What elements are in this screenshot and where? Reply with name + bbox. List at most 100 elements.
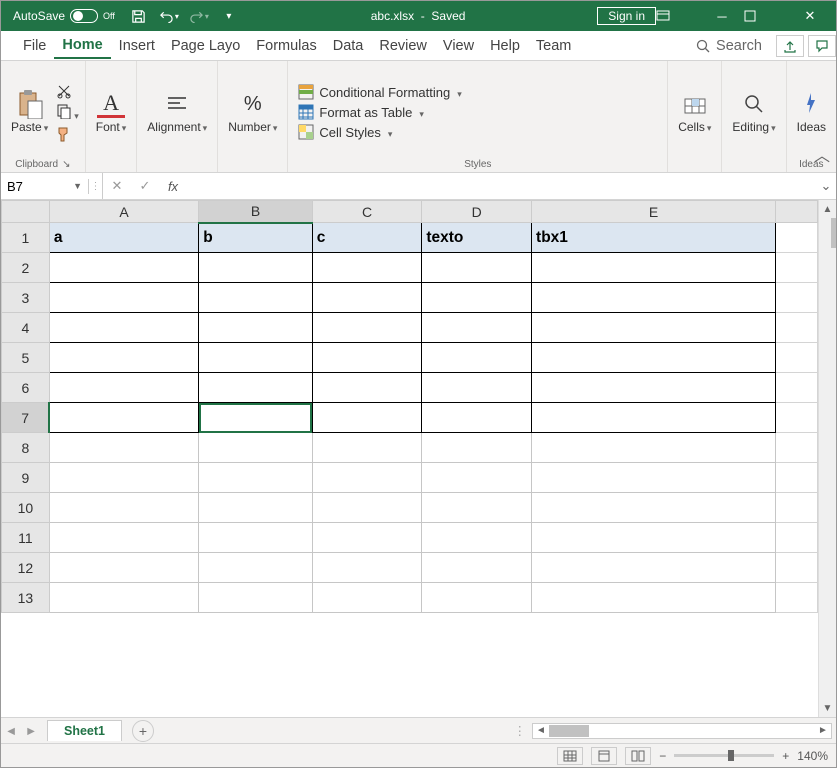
cell-D9[interactable] (422, 463, 532, 493)
editing-button[interactable]: Editing (728, 88, 779, 136)
row-header-11[interactable]: 11 (2, 523, 50, 553)
maximize-button[interactable] (744, 10, 788, 22)
cell-D11[interactable] (422, 523, 532, 553)
sheet-nav-next-icon[interactable]: ► (21, 724, 41, 738)
row-header-13[interactable]: 13 (2, 583, 50, 613)
normal-view-icon[interactable] (557, 747, 583, 765)
scroll-down-icon[interactable]: ▼ (823, 699, 833, 717)
chevron-down-icon[interactable]: ▼ (73, 181, 82, 191)
undo-button[interactable]: ▾ (159, 9, 179, 23)
cell-B5[interactable] (199, 343, 313, 373)
alignment-button[interactable]: Alignment (143, 88, 211, 136)
cell-A8[interactable] (49, 433, 198, 463)
namebox-split-icon[interactable]: ⋮ (89, 173, 103, 199)
dialog-launcher-icon[interactable]: ↘ (62, 159, 70, 170)
autosave-toggle[interactable]: AutoSave Off (13, 9, 115, 23)
name-box[interactable]: B7 ▼ (1, 179, 89, 194)
row-header-5[interactable]: 5 (2, 343, 50, 373)
hscroll-thumb[interactable] (549, 725, 589, 737)
cell-B1[interactable]: b (199, 223, 313, 253)
cell-C4[interactable] (312, 313, 422, 343)
cell-E7[interactable] (532, 403, 776, 433)
col-header-B[interactable]: B (199, 201, 313, 223)
cancel-formula-icon[interactable]: ✕ (103, 178, 131, 194)
scroll-right-icon[interactable]: ► (815, 725, 831, 736)
cell-A2[interactable] (49, 253, 198, 283)
toggle-icon[interactable] (70, 9, 98, 23)
row-header-3[interactable]: 3 (2, 283, 50, 313)
comments-button[interactable] (808, 35, 836, 57)
paste-button[interactable]: Paste (7, 88, 52, 136)
close-button[interactable]: ✕ (788, 8, 832, 24)
cell-B6[interactable] (199, 373, 313, 403)
cell-D1[interactable]: texto (422, 223, 532, 253)
cell-A3[interactable] (49, 283, 198, 313)
cell-C9[interactable] (312, 463, 422, 493)
cell-B8[interactable] (199, 433, 313, 463)
ribbon-display-icon[interactable] (656, 10, 700, 22)
zoom-out-button[interactable]: − (659, 749, 666, 763)
cell-C3[interactable] (312, 283, 422, 313)
ideas-button[interactable]: Ideas (793, 88, 830, 136)
scroll-thumb[interactable] (831, 218, 837, 248)
sheet-tab[interactable]: Sheet1 (47, 720, 122, 741)
horizontal-scrollbar[interactable]: ◄ ► (532, 723, 832, 739)
cell-B3[interactable] (199, 283, 313, 313)
cell-B12[interactable] (199, 553, 313, 583)
cell-A1[interactable]: a (49, 223, 198, 253)
zoom-handle[interactable] (728, 750, 734, 761)
save-icon[interactable] (129, 9, 149, 24)
cell-E4[interactable] (532, 313, 776, 343)
cell-A13[interactable] (49, 583, 198, 613)
cell-A4[interactable] (49, 313, 198, 343)
row-header-1[interactable]: 1 (2, 223, 50, 253)
cell-E13[interactable] (532, 583, 776, 613)
conditional-formatting-button[interactable]: Conditional Formatting (298, 84, 461, 100)
col-header-A[interactable]: A (49, 201, 198, 223)
col-header-D[interactable]: D (422, 201, 532, 223)
split-handle-icon[interactable]: ⋮ (514, 723, 527, 738)
cell-B9[interactable] (199, 463, 313, 493)
page-layout-view-icon[interactable] (591, 747, 617, 765)
share-button[interactable] (776, 35, 804, 57)
expand-formula-bar-icon[interactable]: ⌄ (816, 178, 836, 194)
collapse-ribbon-icon[interactable]: ︿ (814, 142, 830, 166)
cell-C11[interactable] (312, 523, 422, 553)
cell-D4[interactable] (422, 313, 532, 343)
cell-D6[interactable] (422, 373, 532, 403)
scroll-left-icon[interactable]: ◄ (533, 725, 549, 736)
tab-review[interactable]: Review (371, 34, 435, 58)
redo-button[interactable]: ▾ (189, 9, 209, 23)
number-button[interactable]: % Number (224, 88, 281, 136)
tab-pagelayout[interactable]: Page Layo (163, 34, 248, 58)
cell-B4[interactable] (199, 313, 313, 343)
tell-me-search[interactable]: Search (696, 38, 762, 54)
cells-button[interactable]: Cells (674, 88, 715, 136)
cell-D7[interactable] (422, 403, 532, 433)
col-header-E[interactable]: E (532, 201, 776, 223)
cell-D13[interactable] (422, 583, 532, 613)
zoom-level[interactable]: 140% (797, 749, 828, 763)
cell-E6[interactable] (532, 373, 776, 403)
cell-C2[interactable] (312, 253, 422, 283)
cell-B13[interactable] (199, 583, 313, 613)
cell-E12[interactable] (532, 553, 776, 583)
cell-C12[interactable] (312, 553, 422, 583)
cell-E8[interactable] (532, 433, 776, 463)
tab-insert[interactable]: Insert (111, 34, 163, 58)
cell-C6[interactable] (312, 373, 422, 403)
row-header-6[interactable]: 6 (2, 373, 50, 403)
cut-icon[interactable] (56, 83, 72, 99)
cell-E1[interactable]: tbx1 (532, 223, 776, 253)
row-header-8[interactable]: 8 (2, 433, 50, 463)
cell-A12[interactable] (49, 553, 198, 583)
cell-D8[interactable] (422, 433, 532, 463)
cell-E3[interactable] (532, 283, 776, 313)
tab-file[interactable]: File (15, 34, 54, 58)
formula-input[interactable] (187, 179, 816, 194)
select-all-corner[interactable] (2, 201, 50, 223)
row-header-9[interactable]: 9 (2, 463, 50, 493)
row-header-12[interactable]: 12 (2, 553, 50, 583)
vertical-scrollbar[interactable]: ▲ ▼ (818, 200, 836, 717)
page-break-view-icon[interactable] (625, 747, 651, 765)
